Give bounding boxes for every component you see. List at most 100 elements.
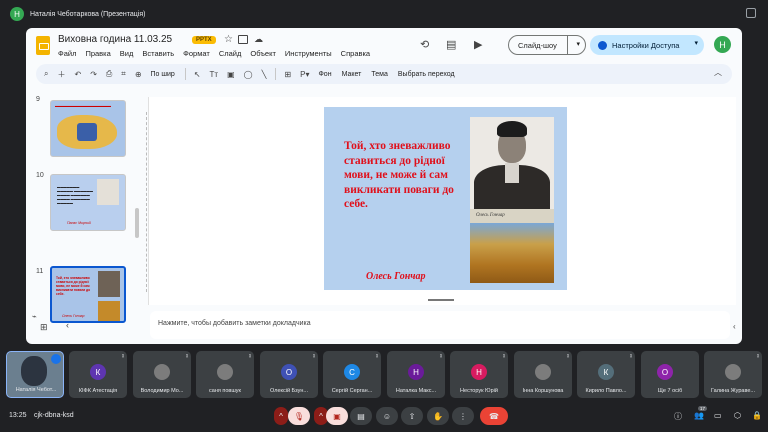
participant-avatar: О	[657, 364, 673, 380]
mic-off-icon: ᵡ	[312, 354, 315, 360]
camera-off-button[interactable]: ▣	[326, 407, 348, 425]
slideshow-button[interactable]: Слайд-шоу ▾	[508, 35, 586, 55]
undo-icon[interactable]: ↶	[74, 70, 81, 79]
participant-tile[interactable]: ᵡ саня повшук	[196, 351, 254, 398]
text-box-icon[interactable]: Tт	[210, 70, 219, 79]
participant-name: Інна Коршунова	[522, 388, 564, 394]
presenter-avatar: Н	[10, 7, 24, 21]
comment-add-icon[interactable]: ⊞	[284, 70, 291, 79]
participant-tile[interactable]: ᵡ Володимир Мо...	[133, 351, 191, 398]
image-icon[interactable]: ▣	[227, 70, 235, 79]
participant-tile[interactable]: ᵡ С Сергій Серган...	[323, 351, 381, 398]
info-icon[interactable]: ⓘ	[674, 411, 682, 422]
chevron-left-icon[interactable]: ‹	[66, 320, 69, 330]
participant-tile[interactable]: ᵡ Н Наталка Макс...	[387, 351, 445, 398]
slide-thumbnail-9[interactable]: ▬▬▬▬▬▬▬▬▬▬▬▬▬▬▬▬	[50, 100, 126, 157]
notes-resize-handle[interactable]	[428, 299, 454, 301]
participant-tile-self[interactable]: Наталія Чебот...	[6, 351, 64, 398]
clock: 13:25	[9, 412, 27, 419]
emblem-image	[77, 123, 97, 141]
participant-name: Володимир Мо...	[140, 388, 184, 394]
menu-file[interactable]: Файл	[58, 49, 76, 58]
slides-logo-icon[interactable]	[36, 36, 50, 55]
cloud-status-icon[interactable]: ☁	[254, 34, 263, 45]
participant-name: Галина Жураве...	[711, 388, 755, 394]
select-cursor-icon[interactable]: ↖	[194, 70, 201, 79]
menu-tools[interactable]: Инструменты	[285, 49, 332, 58]
line-icon[interactable]: ╲	[262, 70, 267, 79]
new-slide-icon[interactable]: ＋	[57, 69, 65, 80]
lock-icon[interactable]: 🔒	[752, 411, 762, 420]
participant-avatar: К	[90, 364, 106, 380]
author-portrait-image	[470, 117, 554, 209]
meeting-controls: 13:25 cjk-dbna-ksd ^ 🎙 ^ ▣ ▤ ☺ ⇧ ✋ ⋮ ☎ ⓘ…	[0, 402, 768, 432]
wheat-field-image	[470, 223, 554, 283]
participant-tile[interactable]: ᵡ Галина Жураве...	[704, 351, 762, 398]
zoom-icon[interactable]: ⊕	[135, 70, 142, 79]
captions-button[interactable]: ▤	[350, 407, 372, 425]
side-panel-chevron-icon[interactable]: ‹	[733, 322, 736, 331]
chevron-up-icon[interactable]: ︿	[714, 67, 722, 78]
star-icon[interactable]: ☆	[224, 34, 233, 45]
chevron-down-icon[interactable]: ▾	[694, 39, 698, 47]
fullscreen-icon[interactable]	[746, 8, 756, 18]
people-icon[interactable]: 👥	[694, 411, 704, 420]
speaking-indicator-icon	[51, 354, 61, 364]
chat-icon[interactable]: ▭	[714, 411, 722, 420]
raise-hand-button[interactable]: ✋	[427, 407, 449, 425]
search-icon[interactable]: ⌕	[44, 69, 48, 79]
mic-off-icon: ᵡ	[566, 354, 569, 360]
speaker-notes[interactable]: Нажмите, чтобы добавить заметки докладчи…	[150, 311, 730, 339]
more-participants-tile[interactable]: О Ще 7 осіб	[641, 351, 699, 398]
chevron-down-icon[interactable]: ▾	[576, 40, 580, 48]
participant-tile[interactable]: ᵡ Інна Коршунова	[514, 351, 572, 398]
comment-icon[interactable]: ▤	[446, 38, 456, 51]
presentation-title: Наталія Чеботаркова (Презентація)	[30, 10, 146, 18]
more-options-button[interactable]: ⋮	[452, 407, 474, 425]
participant-avatar: Н	[408, 364, 424, 380]
mic-off-button[interactable]: 🎙	[288, 407, 310, 425]
menu-insert[interactable]: Вставить	[142, 49, 174, 58]
filmstrip-scrollbar[interactable]	[135, 208, 139, 238]
participant-tile[interactable]: ᵡ Н Несторук Юрій	[450, 351, 508, 398]
format-badge: PPTX	[192, 36, 216, 44]
move-folder-icon[interactable]	[238, 35, 248, 44]
participant-tile[interactable]: ᵡ К КІФК Атестація	[69, 351, 127, 398]
layout-button[interactable]: Макет	[342, 71, 362, 78]
slide-thumbnail-11[interactable]: Той, хто зневажливо ставиться до рідної …	[50, 266, 126, 323]
mic-options-chevron-icon[interactable]: ^	[274, 407, 288, 425]
document-title[interactable]: Виховна година 11.03.25	[58, 34, 172, 45]
menu-object[interactable]: Объект	[250, 49, 276, 58]
signature-caption: Олесь Гончар	[470, 209, 554, 223]
activities-icon[interactable]: ⬡	[734, 411, 741, 420]
participant-tile[interactable]: ᵡ К Кирило Павло...	[577, 351, 635, 398]
present-button[interactable]: ⇧	[401, 407, 423, 425]
share-button[interactable]: Настройки Доступа ▾	[590, 35, 704, 55]
meet-camera-icon[interactable]: ▶	[474, 38, 482, 51]
theme-button[interactable]: Тема	[371, 71, 387, 78]
slide-number: 10	[36, 172, 44, 179]
emoji-button[interactable]: ☺	[376, 407, 398, 425]
format-options-icon[interactable]: P▾	[300, 70, 309, 79]
participant-name: Кирило Павло...	[585, 388, 627, 394]
transition-button[interactable]: Выбрать переход	[398, 71, 455, 78]
paint-format-icon[interactable]: ⌗	[121, 69, 126, 79]
menu-slide[interactable]: Слайд	[219, 49, 242, 58]
history-icon[interactable]: ⟲	[420, 38, 429, 51]
slide-thumbnail-10[interactable]: ▬▬▬▬▬▬▬ ▬▬▬▬▬ ▬▬▬▬▬▬ ▬▬▬▬ ▬▬▬▬▬▬ ▬▬▬▬ ▬▬…	[50, 174, 126, 231]
participant-tile[interactable]: ᵡ О Олексій Бзун...	[260, 351, 318, 398]
menu-view[interactable]: Вид	[120, 49, 134, 58]
leave-call-button[interactable]: ☎	[480, 407, 508, 425]
menu-edit[interactable]: Правка	[85, 49, 110, 58]
zoom-select[interactable]: По шир	[151, 71, 175, 78]
redo-icon[interactable]: ↷	[90, 70, 97, 79]
background-button[interactable]: Фон	[318, 71, 331, 78]
print-icon[interactable]: ⎙	[106, 69, 112, 79]
user-avatar[interactable]: Н	[714, 36, 731, 53]
menu-help[interactable]: Справка	[341, 49, 370, 58]
shape-icon[interactable]: ◯	[244, 70, 253, 79]
grid-view-icon[interactable]: ⊞	[40, 322, 48, 333]
menu-format[interactable]: Формат	[183, 49, 210, 58]
slides-header: Виховна година 11.03.25 PPTX ☆ ☁ Файл Пр…	[26, 28, 742, 64]
current-slide[interactable]: Той, хто зневажливо ставиться до рідної …	[324, 107, 567, 290]
